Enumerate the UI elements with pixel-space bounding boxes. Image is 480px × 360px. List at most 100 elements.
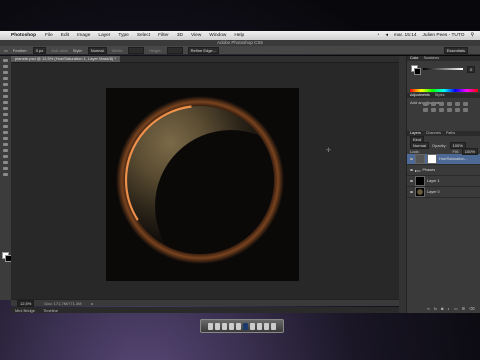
layer-row-phases[interactable]: ▸▭ Phases xyxy=(407,165,480,176)
height-input[interactable] xyxy=(166,46,183,54)
tab-timeline[interactable]: Timeline xyxy=(43,308,58,313)
menu-file[interactable]: File xyxy=(45,33,53,38)
mask-icon[interactable]: ◙ xyxy=(441,306,443,311)
lasso-tool-icon[interactable] xyxy=(3,71,8,74)
spotlight-icon[interactable]: ⚲ xyxy=(470,33,474,38)
user-name[interactable]: Julien Pees - TUTO xyxy=(423,33,465,38)
layer-row-layer-1[interactable]: Layer 1 xyxy=(407,176,480,187)
style-select[interactable]: Normal xyxy=(87,46,107,54)
marquee-tool-icon[interactable]: ▭ xyxy=(4,48,8,53)
refine-edge-button[interactable]: Refine Edge... xyxy=(187,46,219,54)
clock[interactable]: mar. 15:14 xyxy=(394,33,417,38)
menu-edit[interactable]: Edit xyxy=(61,33,69,38)
color-spectrum[interactable] xyxy=(410,89,478,92)
menu-filter[interactable]: Filter xyxy=(158,33,169,38)
levels-icon[interactable] xyxy=(431,102,436,106)
collapsed-panel-strip[interactable] xyxy=(399,56,407,313)
k-value[interactable]: 0 xyxy=(467,66,476,73)
workspace-select[interactable]: Essentials xyxy=(443,46,468,54)
layer-name[interactable]: Layer 1 xyxy=(427,179,440,183)
hand-tool-icon[interactable] xyxy=(3,167,8,170)
dock-app-icon[interactable] xyxy=(215,322,220,330)
layer-name[interactable]: Layer 0 xyxy=(427,190,440,194)
menu-type[interactable]: Type xyxy=(118,33,128,38)
tab-paths[interactable]: Paths xyxy=(446,131,455,136)
visibility-eye-icon[interactable] xyxy=(410,158,413,160)
dock-app-icon[interactable] xyxy=(257,322,262,330)
feather-input[interactable]: 0 px xyxy=(32,46,47,54)
visibility-eye-icon[interactable] xyxy=(410,180,413,182)
eraser-tool-icon[interactable] xyxy=(3,119,8,122)
invert-icon[interactable] xyxy=(463,108,468,112)
wifi-icon[interactable]: ◔ xyxy=(377,33,380,38)
layer-row-hue-saturation[interactable]: Hue/Saturation... xyxy=(407,154,480,165)
brush-tool-icon[interactable] xyxy=(3,101,8,104)
dodge-tool-icon[interactable] xyxy=(3,137,8,140)
group-icon[interactable]: ▭ xyxy=(454,306,458,311)
hue-saturation-icon[interactable] xyxy=(463,102,468,106)
layer-thumbnail[interactable] xyxy=(415,187,425,197)
healing-brush-tool-icon[interactable] xyxy=(3,95,8,98)
finder-icon[interactable] xyxy=(208,322,213,330)
volume-icon[interactable]: ◂ xyxy=(385,33,387,38)
menu-help[interactable]: Help xyxy=(234,33,244,38)
menu-select[interactable]: Select xyxy=(137,33,150,38)
layer-name[interactable]: Phases xyxy=(423,168,436,172)
adjustment-icon[interactable]: ◐ xyxy=(447,306,449,311)
color-bg-swatch[interactable] xyxy=(414,68,421,75)
type-tool-icon[interactable] xyxy=(3,149,8,152)
exposure-icon[interactable] xyxy=(447,102,452,106)
dock-app-icon[interactable] xyxy=(236,322,241,330)
document-canvas[interactable] xyxy=(106,88,299,281)
layer-row-layer-0[interactable]: Layer 0 xyxy=(407,187,480,198)
color-balance-icon[interactable] xyxy=(423,108,428,112)
menu-window[interactable]: Window xyxy=(209,33,226,38)
path-selection-tool-icon[interactable] xyxy=(3,155,8,158)
dock-app-icon[interactable] xyxy=(264,322,269,330)
menu-3d[interactable]: 3D xyxy=(177,33,183,38)
quick-selection-tool-icon[interactable] xyxy=(3,77,8,80)
dock-app-icon[interactable] xyxy=(222,322,227,330)
menu-layer[interactable]: Layer xyxy=(98,33,110,38)
link-icon[interactable]: ∞ xyxy=(427,306,430,311)
tab-adjustments[interactable]: Adjustments xyxy=(410,93,430,98)
vibrance-icon[interactable] xyxy=(455,102,460,106)
menu-app-name[interactable]: Photoshop xyxy=(11,33,36,38)
dock-app-icon[interactable] xyxy=(250,322,255,330)
visibility-eye-icon[interactable] xyxy=(410,191,413,193)
clone-stamp-tool-icon[interactable] xyxy=(3,107,8,110)
crop-tool-icon[interactable] xyxy=(3,83,8,86)
shape-tool-icon[interactable] xyxy=(3,161,8,164)
blur-tool-icon[interactable] xyxy=(3,131,8,134)
trash-icon[interactable]: ⌫ xyxy=(469,306,475,311)
history-brush-tool-icon[interactable] xyxy=(3,113,8,116)
fill-input[interactable]: 100% xyxy=(461,147,478,155)
document-tab[interactable]: planete.psd @ 12,5% (Hue/Saturation 1, L… xyxy=(11,56,121,62)
status-arrow-icon[interactable]: ▸ xyxy=(91,301,93,306)
channel-mixer-icon[interactable] xyxy=(447,108,452,112)
move-tool-icon[interactable] xyxy=(3,59,8,62)
zoom-field[interactable]: 12,5% xyxy=(17,299,35,307)
tab-channels[interactable]: Channels xyxy=(426,131,441,136)
pen-tool-icon[interactable] xyxy=(3,143,8,146)
color-lookup-icon[interactable] xyxy=(455,108,460,112)
fx-icon[interactable]: fx xyxy=(434,306,437,311)
blend-mode-select[interactable]: Normal xyxy=(410,141,429,149)
photoshop-dock-icon[interactable] xyxy=(243,322,248,330)
black-white-icon[interactable] xyxy=(431,108,436,112)
brightness-icon[interactable] xyxy=(423,102,428,106)
zoom-tool-icon[interactable] xyxy=(3,173,8,176)
antialias-checkbox[interactable]: Anti-alias xyxy=(51,48,67,53)
photo-filter-icon[interactable] xyxy=(439,108,444,112)
curves-icon[interactable] xyxy=(439,102,444,106)
eyedropper-tool-icon[interactable] xyxy=(3,89,8,92)
layer-mask-thumbnail[interactable] xyxy=(427,154,437,164)
layer-name[interactable]: Hue/Saturation... xyxy=(439,157,468,161)
width-input[interactable] xyxy=(127,46,144,54)
k-slider[interactable] xyxy=(423,68,463,70)
gradient-tool-icon[interactable] xyxy=(3,125,8,128)
tab-swatches[interactable]: Swatches xyxy=(424,56,440,61)
canvas-area[interactable]: ✛ xyxy=(11,63,406,299)
new-layer-icon[interactable]: ⊞ xyxy=(462,306,465,311)
trash-dock-icon[interactable] xyxy=(271,322,276,330)
